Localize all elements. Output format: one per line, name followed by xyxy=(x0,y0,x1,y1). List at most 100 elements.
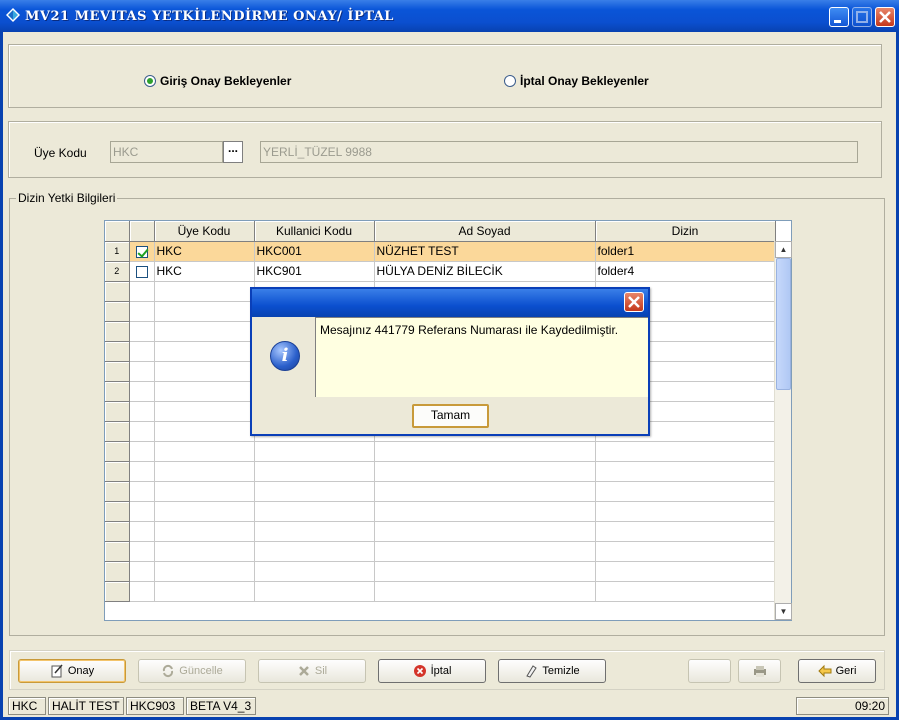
empty-cell[interactable] xyxy=(154,561,255,582)
table-row-empty[interactable] xyxy=(105,561,776,582)
empty-cell[interactable] xyxy=(154,401,255,422)
table-row-empty[interactable] xyxy=(105,481,776,502)
empty-cell[interactable] xyxy=(595,481,776,502)
empty-cell[interactable] xyxy=(154,341,255,362)
empty-cell[interactable] xyxy=(254,501,375,522)
empty-cell[interactable] xyxy=(129,401,155,422)
table-row-empty[interactable] xyxy=(105,541,776,562)
empty-cell[interactable] xyxy=(154,581,255,602)
table-row[interactable]: 1 HKC HKC001 NÜZHET TEST folder1 xyxy=(105,241,776,262)
close-button[interactable] xyxy=(875,7,895,27)
cell-kullanici-kodu[interactable]: HKC001 xyxy=(254,241,375,262)
empty-cell[interactable] xyxy=(129,461,155,482)
empty-cell[interactable] xyxy=(595,561,776,582)
empty-cell[interactable] xyxy=(595,441,776,462)
empty-cell[interactable] xyxy=(154,521,255,542)
row-select-cell[interactable] xyxy=(129,241,155,262)
table-row-empty[interactable] xyxy=(105,521,776,542)
scroll-up-arrow[interactable]: ▲ xyxy=(775,241,792,258)
empty-cell[interactable] xyxy=(374,441,596,462)
row-checkbox[interactable] xyxy=(135,265,148,278)
scroll-thumb[interactable] xyxy=(776,258,791,390)
empty-cell[interactable] xyxy=(154,501,255,522)
empty-cell[interactable] xyxy=(129,341,155,362)
radio-iptal-onay[interactable]: İptal Onay Bekleyenler xyxy=(504,74,649,88)
print-button[interactable] xyxy=(738,659,781,683)
empty-cell[interactable] xyxy=(154,381,255,402)
radio-button[interactable] xyxy=(504,75,516,87)
empty-cell[interactable] xyxy=(129,501,155,522)
empty-cell[interactable] xyxy=(154,481,255,502)
empty-cell[interactable] xyxy=(129,361,155,382)
empty-cell[interactable] xyxy=(595,501,776,522)
table-row[interactable]: 2 HKC HKC901 HÜLYA DENİZ BİLECİK folder4 xyxy=(105,261,776,282)
empty-cell[interactable] xyxy=(129,541,155,562)
empty-cell[interactable] xyxy=(154,301,255,322)
empty-cell[interactable] xyxy=(154,421,255,442)
table-row-empty[interactable] xyxy=(105,441,776,462)
empty-cell[interactable] xyxy=(254,441,375,462)
empty-cell[interactable] xyxy=(129,561,155,582)
temizle-button[interactable]: Temizle xyxy=(498,659,606,683)
empty-cell[interactable] xyxy=(254,461,375,482)
table-row-empty[interactable] xyxy=(105,461,776,482)
table-row-empty[interactable] xyxy=(105,501,776,522)
empty-cell[interactable] xyxy=(595,581,776,602)
empty-cell[interactable] xyxy=(374,581,596,602)
dialog-close-button[interactable] xyxy=(624,292,644,312)
column-header-kullanici-kodu[interactable]: Kullanici Kodu xyxy=(254,221,375,242)
column-header-uye-kodu[interactable]: Üye Kodu xyxy=(154,221,255,242)
radio-giris-onay[interactable]: Giriş Onay Bekleyenler xyxy=(144,74,291,88)
cell-dizin[interactable]: folder4 xyxy=(595,261,776,282)
empty-cell[interactable] xyxy=(254,481,375,502)
iptal-button[interactable]: İptal xyxy=(378,659,486,683)
empty-cell[interactable] xyxy=(129,381,155,402)
scroll-down-arrow[interactable]: ▼ xyxy=(775,603,792,620)
column-header-ad-soyad[interactable]: Ad Soyad xyxy=(374,221,596,242)
empty-cell[interactable] xyxy=(154,441,255,462)
empty-cell[interactable] xyxy=(254,521,375,542)
cell-dizin[interactable]: folder1 xyxy=(595,241,776,262)
maximize-button[interactable] xyxy=(852,7,872,27)
empty-cell[interactable] xyxy=(129,281,155,302)
empty-cell[interactable] xyxy=(154,361,255,382)
row-checkbox[interactable] xyxy=(135,245,148,258)
empty-cell[interactable] xyxy=(374,521,596,542)
sil-button[interactable]: Sil xyxy=(258,659,366,683)
column-header-dizin[interactable]: Dizin xyxy=(595,221,776,242)
empty-cell[interactable] xyxy=(595,521,776,542)
geri-button[interactable]: Geri xyxy=(798,659,876,683)
minimize-button[interactable] xyxy=(829,7,849,27)
cell-ad-soyad[interactable]: NÜZHET TEST xyxy=(374,241,596,262)
empty-cell[interactable] xyxy=(595,461,776,482)
empty-cell[interactable] xyxy=(154,281,255,302)
empty-cell[interactable] xyxy=(129,321,155,342)
empty-cell[interactable] xyxy=(154,321,255,342)
member-code-field[interactable]: HKC xyxy=(110,141,223,163)
empty-cell[interactable] xyxy=(374,561,596,582)
cell-ad-soyad[interactable]: HÜLYA DENİZ BİLECİK xyxy=(374,261,596,282)
empty-cell[interactable] xyxy=(374,501,596,522)
empty-cell[interactable] xyxy=(254,581,375,602)
cell-uye-kodu[interactable]: HKC xyxy=(154,261,255,282)
row-select-cell[interactable] xyxy=(129,261,155,282)
empty-cell[interactable] xyxy=(374,481,596,502)
table-row-empty[interactable] xyxy=(105,581,776,602)
empty-cell[interactable] xyxy=(129,521,155,542)
guncelle-button[interactable]: Güncelle xyxy=(138,659,246,683)
cell-uye-kodu[interactable]: HKC xyxy=(154,241,255,262)
empty-cell[interactable] xyxy=(129,441,155,462)
blank-button[interactable] xyxy=(688,659,731,683)
grid-vertical-scrollbar[interactable]: ▲ ▼ xyxy=(774,241,792,620)
empty-cell[interactable] xyxy=(595,541,776,562)
cell-kullanici-kodu[interactable]: HKC901 xyxy=(254,261,375,282)
onay-button[interactable]: Onay xyxy=(18,659,126,683)
empty-cell[interactable] xyxy=(254,541,375,562)
empty-cell[interactable] xyxy=(154,461,255,482)
empty-cell[interactable] xyxy=(254,561,375,582)
empty-cell[interactable] xyxy=(374,461,596,482)
member-name-field[interactable]: YERLİ_TÜZEL 9988 xyxy=(260,141,858,163)
empty-cell[interactable] xyxy=(374,541,596,562)
dialog-ok-button[interactable]: Tamam xyxy=(412,404,489,428)
member-lookup-button[interactable]: ... xyxy=(223,141,243,163)
